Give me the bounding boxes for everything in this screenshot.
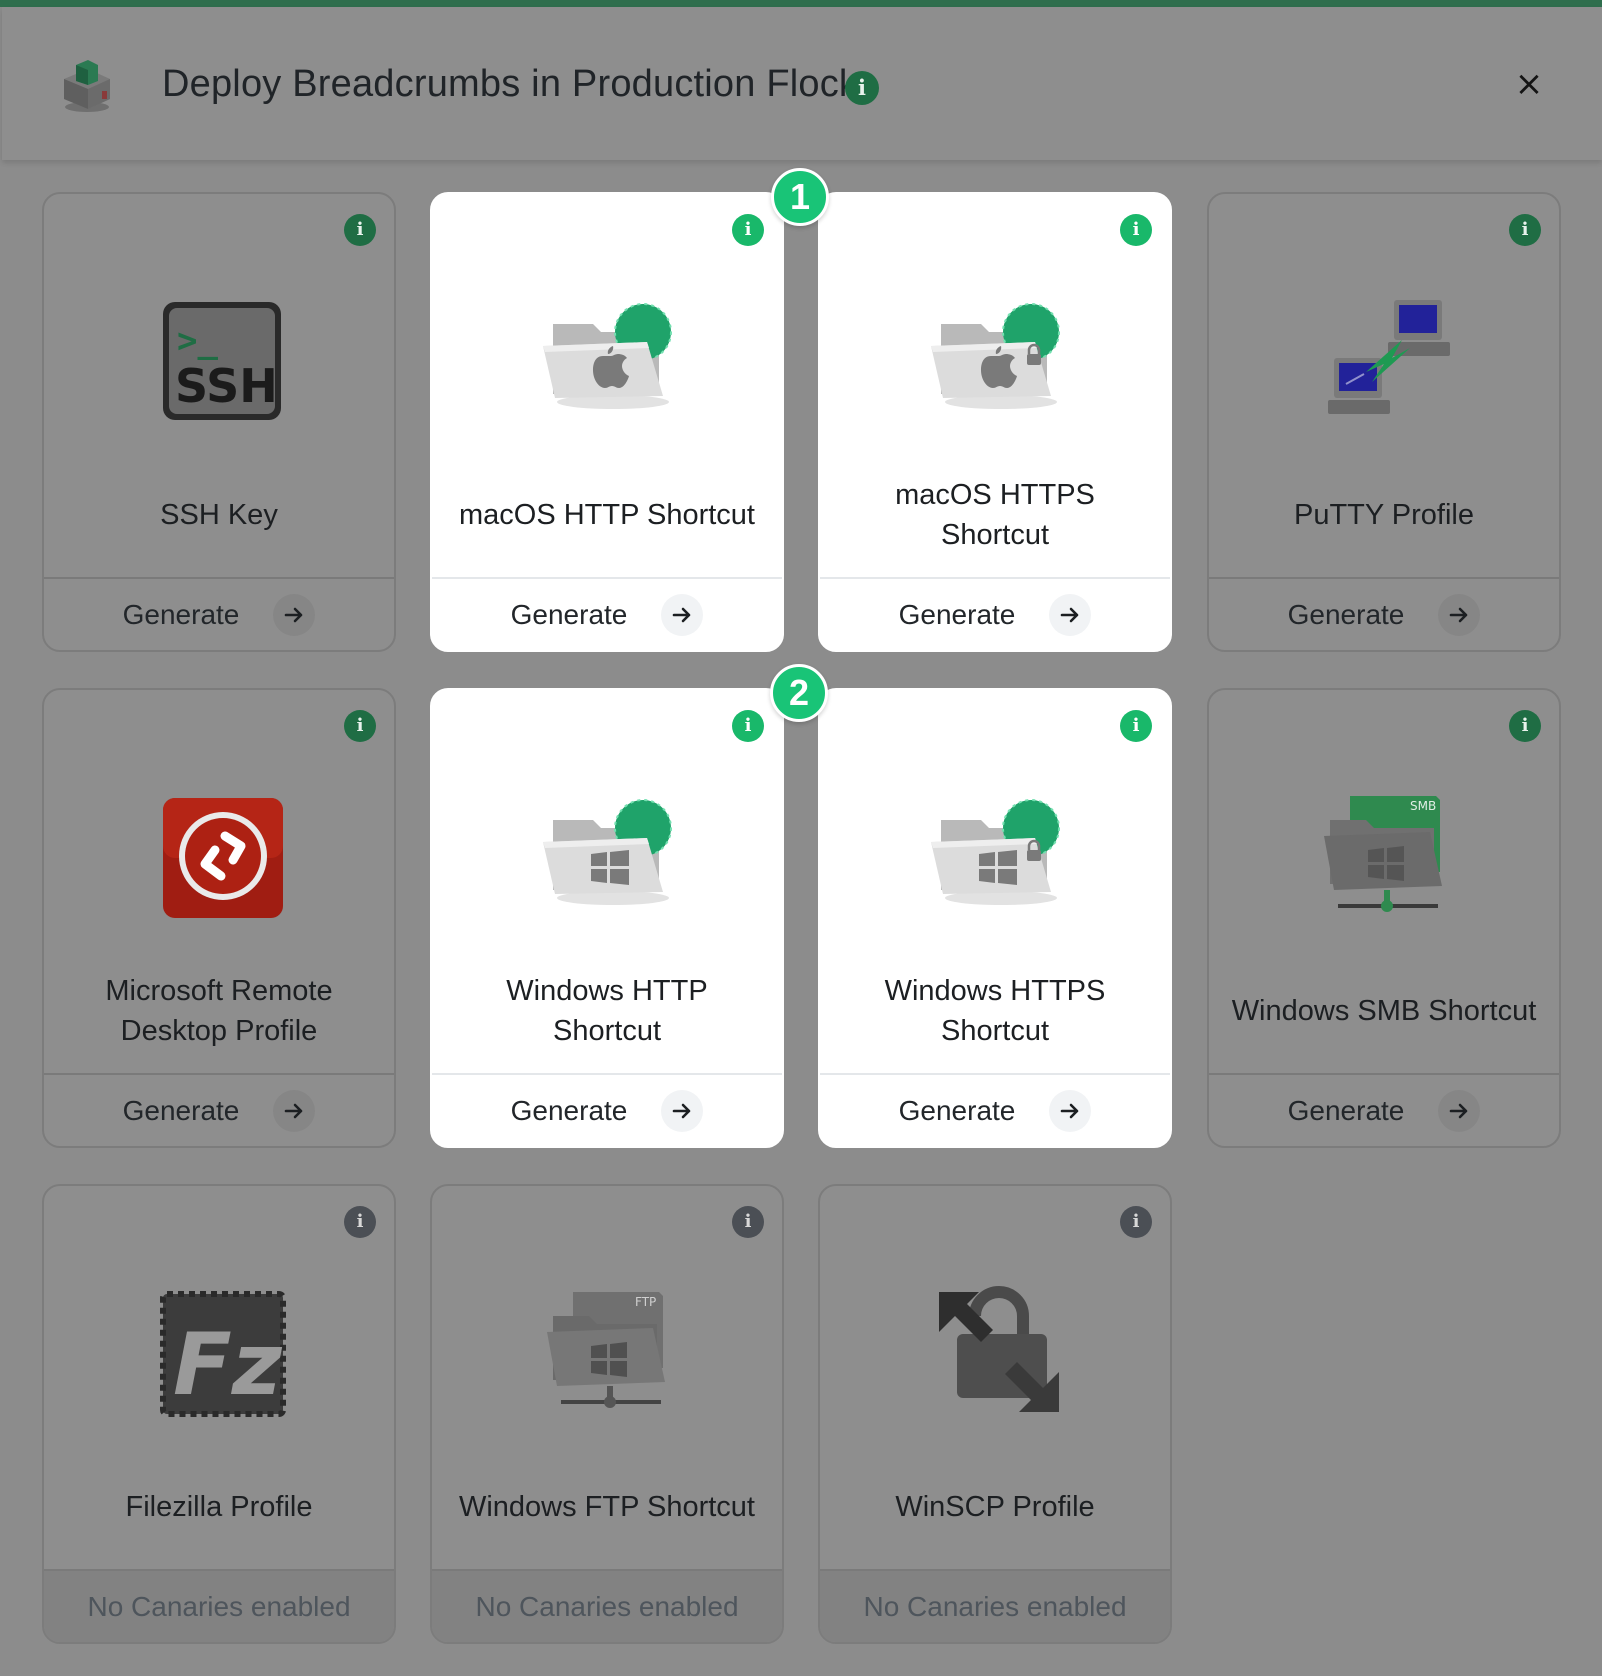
info-icon[interactable]: i bbox=[344, 710, 376, 742]
no-canaries-status: No Canaries enabled bbox=[820, 1569, 1170, 1642]
top-accent-bar bbox=[0, 0, 1602, 7]
modal-header: Deploy Breadcrumbs in Production Flock i… bbox=[2, 7, 1602, 160]
smb-share-folder-icon: SMB bbox=[1324, 796, 1442, 912]
breadcrumb-card-remote-desktop[interactable]: i Microsoft Remote Desktop Profile Gener… bbox=[42, 688, 396, 1148]
breadcrumb-card-windows-http[interactable]: i Windows HTTP Shortcut Generate bbox=[430, 688, 784, 1148]
remote-desktop-icon bbox=[163, 798, 283, 918]
generate-button[interactable]: Generate bbox=[432, 1073, 782, 1146]
svg-text:Fz: Fz bbox=[173, 1315, 283, 1415]
no-canaries-status: No Canaries enabled bbox=[432, 1569, 782, 1642]
generate-button[interactable]: Generate bbox=[432, 577, 782, 650]
generate-button[interactable]: Generate bbox=[44, 1073, 394, 1146]
filezilla-icon: Fz bbox=[160, 1291, 286, 1417]
card-title: macOS HTTPS Shortcut bbox=[895, 479, 1095, 551]
generate-button[interactable]: Generate bbox=[1209, 1073, 1559, 1146]
arrow-right-icon bbox=[273, 1089, 316, 1132]
close-button[interactable]: × bbox=[1510, 65, 1548, 103]
svg-text:SSH: SSH bbox=[175, 359, 278, 413]
winscp-lock-icon bbox=[939, 1286, 1059, 1412]
generate-button[interactable]: Generate bbox=[44, 577, 394, 650]
info-icon[interactable]: i bbox=[1509, 710, 1541, 742]
info-icon[interactable]: i bbox=[1509, 214, 1541, 246]
card-title: macOS HTTP Shortcut bbox=[459, 499, 755, 531]
breadcrumb-card-windows-ftp[interactable]: i FTP Windows FTP Shortcut No Canaries e… bbox=[430, 1184, 784, 1644]
generate-button[interactable]: Generate bbox=[820, 577, 1170, 650]
info-icon[interactable]: i bbox=[1120, 1206, 1152, 1238]
info-icon[interactable]: i bbox=[344, 1206, 376, 1238]
info-icon[interactable]: i bbox=[732, 1206, 764, 1238]
generate-button[interactable]: Generate bbox=[820, 1073, 1170, 1146]
breadcrumb-card-filezilla[interactable]: i Fz Filezilla Profile No Canaries enabl… bbox=[42, 1184, 396, 1644]
ssh-terminal-icon: >_ SSH bbox=[163, 302, 281, 420]
card-title: Windows SMB Shortcut bbox=[1231, 995, 1537, 1027]
title-info-icon[interactable]: i bbox=[845, 71, 879, 105]
card-title: Windows HTTPS Shortcut bbox=[884, 975, 1106, 1047]
no-canaries-status: No Canaries enabled bbox=[44, 1569, 394, 1642]
card-title: WinSCP Profile bbox=[895, 1491, 1095, 1523]
info-icon[interactable]: i bbox=[1120, 214, 1152, 246]
putty-computers-icon bbox=[1328, 300, 1450, 414]
card-title: PuTTY Profile bbox=[1294, 499, 1474, 531]
info-icon[interactable]: i bbox=[732, 710, 764, 742]
card-title: Microsoft Remote Desktop Profile bbox=[105, 975, 333, 1047]
breadcrumb-card-putty[interactable]: i PuTTY Profile Generate bbox=[1207, 192, 1561, 652]
svg-text:>_: >_ bbox=[177, 321, 218, 361]
arrow-right-icon bbox=[1438, 593, 1481, 636]
breadcrumb-card-macos-https[interactable]: i macOS HTTPS Shortcut Generate bbox=[818, 192, 1172, 652]
modal-title: Deploy Breadcrumbs in Production Flock bbox=[162, 63, 859, 105]
canary-toaster-icon bbox=[64, 60, 110, 112]
arrow-right-icon bbox=[1438, 1089, 1481, 1132]
macos-network-folder-icon bbox=[543, 303, 672, 409]
arrow-right-icon bbox=[273, 593, 316, 636]
windows-secure-network-folder-icon bbox=[931, 799, 1060, 905]
info-icon[interactable]: i bbox=[344, 214, 376, 246]
macos-secure-network-folder-icon bbox=[931, 303, 1060, 409]
arrow-right-icon bbox=[1049, 593, 1092, 636]
breadcrumb-card-windows-https[interactable]: i Windows HTTPS Shortcut Generate bbox=[818, 688, 1172, 1148]
card-title: Windows HTTP Shortcut bbox=[506, 975, 708, 1047]
step-badge-1: 1 bbox=[771, 168, 829, 226]
card-title: Windows FTP Shortcut bbox=[458, 1491, 755, 1523]
svg-text:SMB: SMB bbox=[1410, 799, 1436, 813]
info-icon[interactable]: i bbox=[1120, 710, 1152, 742]
breadcrumb-card-macos-http[interactable]: i macOS HTTP Shortcut Generate bbox=[430, 192, 784, 652]
arrow-right-icon bbox=[661, 1089, 704, 1132]
ftp-share-folder-icon: FTP bbox=[547, 1292, 665, 1408]
windows-network-folder-icon bbox=[543, 799, 672, 905]
breadcrumb-card-winscp[interactable]: i WinSCP Profile No Canaries enabled bbox=[818, 1184, 1172, 1644]
generate-button[interactable]: Generate bbox=[1209, 577, 1559, 650]
card-title: SSH Key bbox=[160, 499, 278, 531]
arrow-right-icon bbox=[661, 593, 704, 636]
step-badge-2: 2 bbox=[770, 664, 828, 722]
breadcrumb-card-ssh-key[interactable]: i >_ SSH SSH Key Generate bbox=[42, 192, 396, 652]
card-title: Filezilla Profile bbox=[125, 1491, 313, 1523]
arrow-right-icon bbox=[1049, 1089, 1092, 1132]
breadcrumb-card-windows-smb[interactable]: i SMB Windows SMB Shortcut Generate bbox=[1207, 688, 1561, 1148]
svg-text:FTP: FTP bbox=[635, 1295, 656, 1309]
info-icon[interactable]: i bbox=[732, 214, 764, 246]
